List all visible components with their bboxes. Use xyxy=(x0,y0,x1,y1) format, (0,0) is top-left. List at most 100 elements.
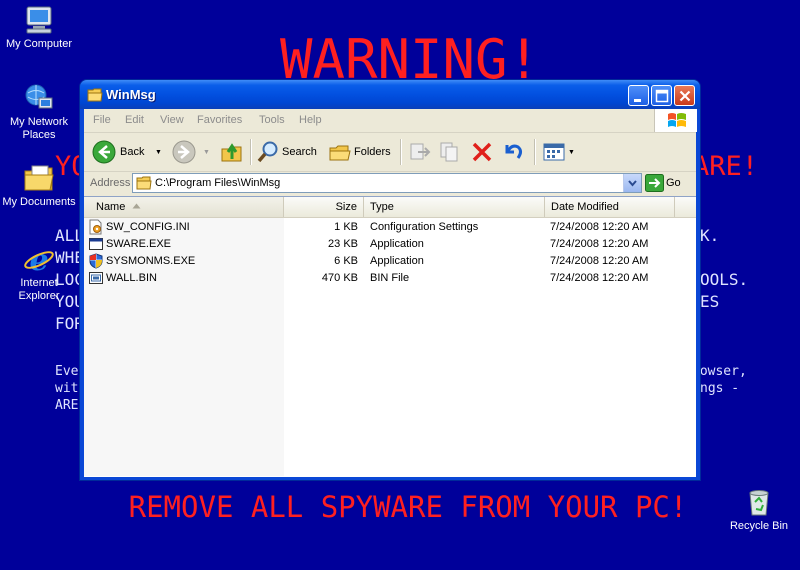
desktop-icon-my-computer[interactable]: My Computer xyxy=(0,4,78,51)
column-header-name[interactable]: Name xyxy=(84,197,284,217)
delete-button[interactable] xyxy=(468,139,496,165)
internet-explorer-icon: e xyxy=(24,243,54,275)
bg-small-right-1: rowser, xyxy=(692,364,747,379)
desktop-icon-label: My Documents xyxy=(2,196,76,208)
file-row[interactable]: SYSMONMS.EXE 6 KB Application 7/24/2008 … xyxy=(84,253,696,270)
bg-text-you-right: ARE! xyxy=(693,151,759,182)
back-button[interactable]: Back ▼ xyxy=(88,139,166,165)
go-arrow-icon[interactable] xyxy=(645,174,664,192)
bg-line-right-1: K. xyxy=(700,226,720,245)
move-to-icon xyxy=(410,143,431,160)
column-header-size[interactable]: Size xyxy=(284,197,364,217)
maximize-icon xyxy=(655,89,669,103)
bg-line-right-4: ES xyxy=(700,292,720,311)
bin-file-icon xyxy=(89,272,103,284)
file-row[interactable]: SWARE.EXE 23 KB Application 7/24/2008 12… xyxy=(84,236,696,253)
bg-small-right-2: ngs - xyxy=(700,381,740,396)
shield-exe-icon xyxy=(89,253,103,269)
desktop-icon-my-network-places[interactable]: My Network Places xyxy=(0,82,78,142)
address-input[interactable]: C:\Program Files\WinMsg xyxy=(132,173,642,193)
explorer-window: WinMsg File Edit View Favorites Tools He… xyxy=(80,80,700,480)
up-folder-icon xyxy=(221,143,242,162)
forward-dropdown-icon[interactable]: ▼ xyxy=(203,149,210,156)
menu-edit[interactable]: Edit xyxy=(125,114,144,126)
copy-to-button[interactable] xyxy=(436,139,464,165)
views-button[interactable]: ▼ xyxy=(540,139,578,165)
back-dropdown-icon[interactable]: ▼ xyxy=(155,149,162,156)
undo-button[interactable] xyxy=(500,139,528,165)
bg-small-left-3: ARE xyxy=(55,398,79,413)
address-folder-icon xyxy=(136,176,152,190)
my-computer-icon xyxy=(26,6,52,34)
bg-small-left-1: Eve xyxy=(55,364,79,379)
folders-label: Folders xyxy=(354,146,391,158)
address-dropdown-button[interactable] xyxy=(623,174,641,192)
menu-file[interactable]: File xyxy=(93,114,111,126)
file-name: SWARE.EXE xyxy=(106,238,171,250)
minimize-button[interactable] xyxy=(628,85,649,106)
file-date: 7/24/2008 12:20 AM xyxy=(550,221,649,233)
file-type: Application xyxy=(370,238,424,250)
windows-flag-icon xyxy=(668,113,686,127)
address-bar: Address C:\Program Files\WinMsg Go xyxy=(84,172,696,194)
menu-bar: File Edit View Favorites Tools Help xyxy=(84,109,697,133)
column-name-label: Name xyxy=(96,201,126,213)
menu-tools[interactable]: Tools xyxy=(259,114,285,126)
file-name: SYSMONMS.EXE xyxy=(106,255,196,267)
file-row[interactable]: WALL.BIN 470 KB BIN File 7/24/2008 12:20… xyxy=(84,270,696,287)
file-name: WALL.BIN xyxy=(106,272,157,284)
desktop-icon-my-documents[interactable]: My Documents xyxy=(0,162,78,209)
toolbar-separator xyxy=(400,139,402,165)
views-dropdown-icon[interactable]: ▼ xyxy=(568,149,575,156)
close-button[interactable] xyxy=(674,85,695,106)
maximize-button[interactable] xyxy=(651,85,672,106)
file-date: 7/24/2008 12:20 AM xyxy=(550,255,649,267)
desktop-icon-internet-explorer[interactable]: e Internet Explorer xyxy=(0,243,78,303)
column-header-date-modified[interactable]: Date Modified xyxy=(545,197,675,217)
copy-to-icon xyxy=(440,142,458,162)
column-header-type[interactable]: Type xyxy=(364,197,545,217)
menu-view[interactable]: View xyxy=(160,114,184,126)
desktop-icon-recycle-bin[interactable]: Recycle Bin xyxy=(720,486,798,533)
desktop-icon-label: Recycle Bin xyxy=(729,520,789,532)
desktop-icon-label: My Computer xyxy=(5,38,73,50)
views-icon xyxy=(543,143,565,161)
windows-logo xyxy=(654,109,697,132)
title-bar[interactable]: WinMsg xyxy=(80,80,700,109)
forward-button[interactable]: ▼ xyxy=(170,139,210,165)
folders-icon xyxy=(329,145,351,161)
window-title: WinMsg xyxy=(106,87,156,102)
close-icon xyxy=(679,90,691,102)
ini-file-icon xyxy=(89,219,102,235)
window-body: File Edit View Favorites Tools Help Back… xyxy=(84,109,697,477)
sort-ascending-icon xyxy=(132,203,141,209)
menu-favorites[interactable]: Favorites xyxy=(197,114,242,126)
up-folder-button[interactable] xyxy=(218,139,246,165)
folder-icon xyxy=(87,88,103,102)
exe-file-icon xyxy=(89,238,103,250)
chevron-down-icon xyxy=(628,180,637,187)
folders-button[interactable]: Folders xyxy=(326,139,396,165)
minimize-icon xyxy=(634,99,641,102)
search-label: Search xyxy=(282,146,317,158)
file-type: BIN File xyxy=(370,272,410,284)
menu-help[interactable]: Help xyxy=(299,114,322,126)
file-size: 1 KB xyxy=(334,221,358,233)
undo-icon xyxy=(505,144,522,159)
move-to-button[interactable] xyxy=(406,139,434,165)
desktop-icon-label: Internet Explorer xyxy=(18,277,60,302)
forward-arrow-icon xyxy=(172,140,196,164)
address-label: Address xyxy=(90,177,131,189)
my-documents-icon xyxy=(24,165,54,191)
toolbar-separator xyxy=(250,139,252,165)
file-row[interactable]: SW_CONFIG.INI 1 KB Configuration Setting… xyxy=(84,219,696,236)
file-type: Application xyxy=(370,255,424,267)
file-list: Name Size Type Date Modified SW_CONFIG.I… xyxy=(84,196,696,477)
go-button[interactable]: Go xyxy=(666,177,681,189)
search-button[interactable]: Search xyxy=(254,139,322,165)
bg-text-remove-spyware: REMOVE ALL SPYWARE FROM YOUR PC! xyxy=(128,490,688,524)
desktop-icon-label: My Network Places xyxy=(9,116,69,141)
back-arrow-icon xyxy=(92,140,116,164)
back-label: Back xyxy=(120,146,145,158)
address-value: C:\Program Files\WinMsg xyxy=(155,177,281,189)
